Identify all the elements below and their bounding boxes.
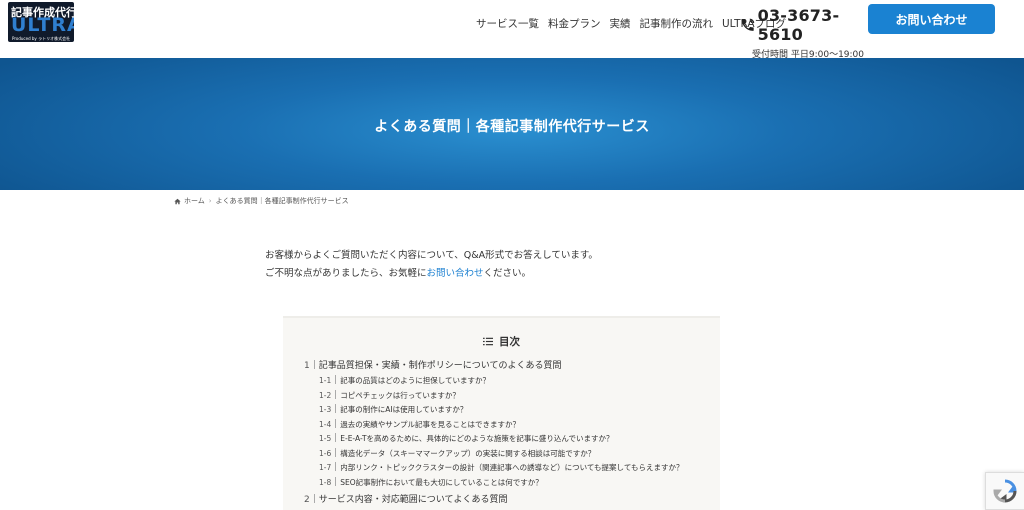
toc-divider: [335, 404, 337, 413]
intro-text: お客様からよくご質問いただく内容について、Q&A形式でお答えしています。 ご不明…: [265, 247, 598, 283]
toc-section-number: 1: [304, 361, 310, 371]
toc-item-number: 1-4: [319, 419, 332, 429]
toc-divider: [313, 494, 315, 503]
page-title: よくある質問｜各種記事制作代行サービス: [374, 119, 650, 135]
toc-item-1-6[interactable]: 1-6 構造化データ（スキーママークアップ）の実装に関する相談は可能ですか？: [319, 447, 596, 459]
recaptcha-icon: [993, 479, 1017, 503]
recaptcha-badge[interactable]: [985, 472, 1024, 510]
intro-line-2: ご不明な点がありましたら、お気軽にお問い合わせください。: [265, 265, 598, 283]
toc-item-label: コピペチェックは行っていますか？: [340, 390, 460, 400]
toc-divider: [335, 447, 337, 457]
toc-divider: [335, 433, 337, 442]
phone-number: 03-3673-5610: [757, 6, 840, 44]
toc-divider: [313, 360, 315, 369]
toc-divider: [335, 375, 337, 384]
toc-divider: [335, 418, 337, 428]
contact-link[interactable]: お問い合わせ: [427, 268, 484, 279]
toc-item-1-3[interactable]: 1-3 記事の制作にAIは使用していますか？: [319, 404, 467, 415]
toc-item-label: 過去の実績やサンプル記事を見ることはできますか？: [340, 419, 521, 429]
toc-title-text: 目次: [499, 336, 520, 348]
toc-item-number: 1-5: [319, 434, 332, 443]
toc-item-label: SEO記事制作において最も大切にしていることは何ですか？: [340, 477, 543, 487]
toc-item-number: 1-8: [319, 477, 332, 487]
toc-item-1-1[interactable]: 1-1 記事の品質はどのように担保していますか？: [319, 375, 490, 386]
toc-item-label: E-E-A-Tを高めるために、具体的にどのような施策を記事に盛り込んでいますか？: [340, 434, 614, 443]
toc-divider: [335, 462, 337, 471]
toc-section-1[interactable]: 1 記事品質担保・実績・制作ポリシーについてのよくある質問: [304, 358, 561, 371]
toc-item-1-2[interactable]: 1-2 コピペチェックは行っていますか？: [319, 389, 460, 401]
intro-line-1: お客様からよくご質問いただく内容について、Q&A形式でお答えしています。: [265, 250, 598, 261]
toc-section-label: 記事品質担保・実績・制作ポリシーについてのよくある質問: [318, 361, 562, 371]
phone-icon: [741, 18, 755, 31]
nav-item-works[interactable]: 実績: [610, 16, 631, 31]
breadcrumb: ホーム › よくある質問｜各種記事制作代行サービス: [174, 196, 349, 206]
toc-divider: [335, 476, 337, 486]
toc-item-label: 記事の品質はどのように担保していますか？: [340, 376, 491, 385]
list-icon: [483, 337, 493, 346]
intro-line-2-before: ご不明な点がありましたら、お気軽に: [265, 268, 427, 279]
toc-item-number: 1-1: [319, 376, 332, 385]
toc-item-label: 内部リンク・トピッククラスターの設計（関連記事への誘導など）についても提案しても…: [340, 463, 684, 472]
toc-item-number: 1-6: [319, 448, 332, 458]
toc-item-number: 1-7: [319, 463, 332, 472]
toc-section-label: サービス内容・対応範囲についてよくある質問: [318, 495, 508, 505]
toc-item-number: 1-3: [319, 405, 332, 414]
toc-item-1-4[interactable]: 1-4 過去の実績やサンプル記事を見ることはできますか？: [319, 418, 521, 430]
toc-section-2[interactable]: 2 サービス内容・対応範囲についてよくある質問: [304, 492, 507, 505]
toc-item-label: 記事の制作にAIは使用していますか？: [340, 405, 468, 414]
breadcrumb-home[interactable]: ホーム: [184, 196, 205, 206]
toc-divider: [335, 389, 337, 399]
nav-item-services[interactable]: サービス一覧: [476, 16, 539, 31]
breadcrumb-current: よくある質問｜各種記事制作代行サービス: [215, 197, 349, 205]
toc-item-1-8[interactable]: 1-8 SEO記事制作において最も大切にしていることは何ですか？: [319, 476, 543, 488]
toc-title: 目次: [283, 334, 720, 349]
toc-item-number: 1-2: [319, 390, 332, 400]
site-logo[interactable]: 記事作成代行 ULTRA Produced by ラトリオ株式会社: [8, 2, 74, 42]
logo-main-text: ULTRA: [11, 14, 74, 36]
site-header: 記事作成代行 ULTRA Produced by ラトリオ株式会社 サービス一覧…: [0, 0, 1024, 60]
table-of-contents: 目次 1 記事品質担保・実績・制作ポリシーについてのよくある質問 1-1 記事の品質…: [283, 316, 720, 510]
phone-contact[interactable]: 03-3673-5610 受付時間 平日9:00〜19:00: [740, 6, 868, 60]
toc-item-1-7[interactable]: 1-7 内部リンク・トピッククラスターの設計（関連記事への誘導など）についても提案…: [319, 462, 683, 473]
toc-section-number: 2: [304, 495, 310, 505]
nav-item-pricing[interactable]: 料金プラン: [548, 16, 601, 31]
breadcrumb-separator: ›: [208, 197, 212, 205]
intro-line-2-after: ください。: [483, 268, 532, 279]
home-icon: [174, 198, 181, 204]
nav-item-flow[interactable]: 記事制作の流れ: [640, 16, 714, 31]
contact-button[interactable]: お問い合わせ: [868, 4, 995, 34]
logo-sub-text: Produced by ラトリオ株式会社: [12, 36, 71, 41]
hero-banner: よくある質問｜各種記事制作代行サービス: [0, 58, 1024, 190]
toc-item-label: 構造化データ（スキーママークアップ）の実装に関する相談は可能ですか？: [340, 448, 596, 458]
toc-item-1-5[interactable]: 1-5 E-E-A-Tを高めるために、具体的にどのような施策を記事に盛り込んでいま…: [319, 433, 613, 444]
